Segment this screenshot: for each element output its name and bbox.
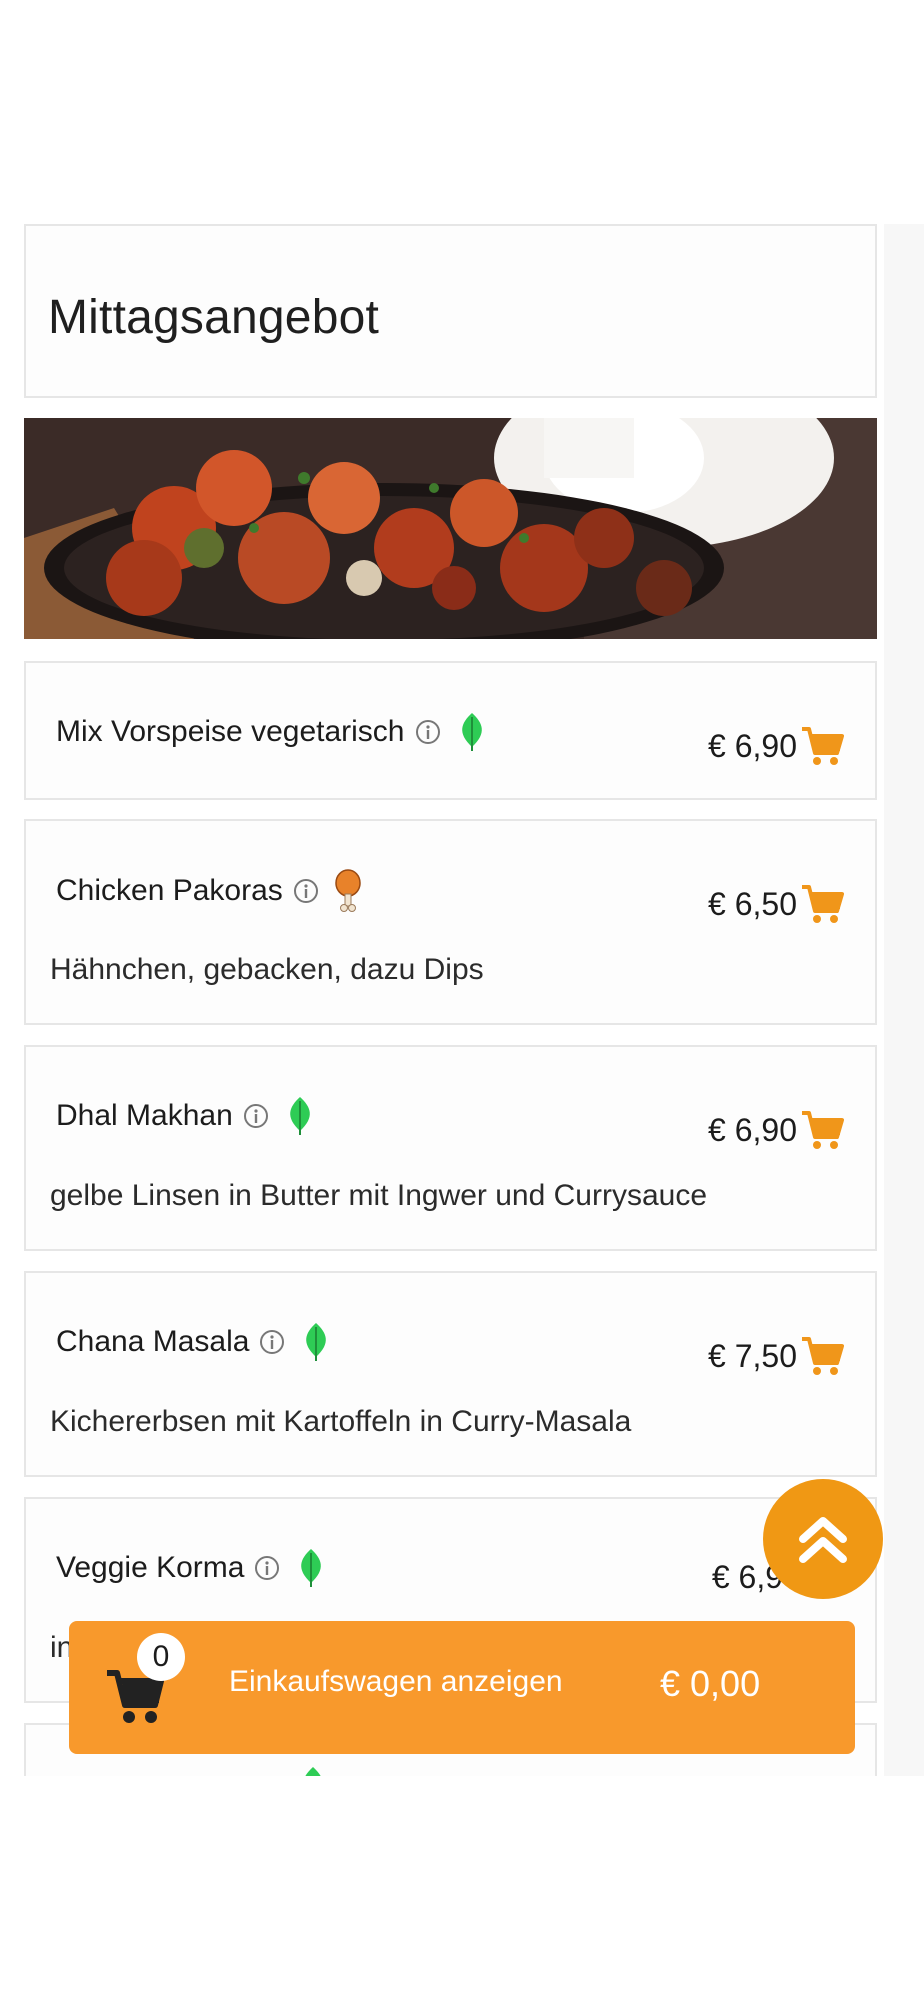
scroll-to-top-button[interactable] — [763, 1479, 883, 1599]
add-to-cart-icon[interactable] — [799, 723, 845, 769]
double-chevron-up-icon — [799, 1517, 847, 1563]
item-name: Mix Vorspeise vegetarisch — [56, 715, 405, 748]
section-title: Mittagsangebot — [48, 291, 380, 344]
info-icon[interactable] — [259, 1329, 285, 1355]
view-cart-button[interactable]: 0 Einkaufswagen anzeigen € 0,00 — [69, 1621, 855, 1754]
item-price: € 7,50 — [708, 1337, 797, 1374]
add-to-cart-icon[interactable] — [799, 1107, 845, 1153]
cart-label: Einkaufswagen anzeigen — [229, 1665, 563, 1698]
add-to-cart-icon[interactable] — [799, 881, 845, 927]
item-description: Hähnchen, gebacken, dazu Dips — [50, 953, 484, 986]
cart-total: € 0,00 — [660, 1663, 761, 1704]
section-banner-image — [24, 418, 877, 639]
item-description: gelbe Linsen in Butter mit Ingwer und Cu… — [50, 1179, 708, 1212]
menu-item[interactable]: Chana Masala € 7,50 Kichererbsen mit Kar… — [24, 1271, 877, 1477]
food-photo — [24, 418, 877, 639]
info-icon[interactable] — [243, 1103, 269, 1129]
info-icon[interactable] — [415, 719, 441, 745]
item-name: Dhal Makhan — [56, 1099, 233, 1132]
section-header-card: Mittagsangebot — [24, 224, 877, 398]
info-icon[interactable] — [293, 878, 319, 904]
leaf-icon — [289, 1097, 310, 1135]
item-name: Chicken Pakoras — [56, 874, 283, 907]
chicken-leg-icon — [335, 869, 361, 912]
menu-item[interactable]: Chicken Pakoras € 6,50 Hähnchen, gebacke… — [24, 819, 877, 1025]
item-description: Kichererbsen mit Kartoffeln in Curry-Mas… — [50, 1405, 632, 1438]
item-price: € 6,90 — [708, 1111, 797, 1148]
leaf-icon — [301, 1549, 322, 1587]
item-price: € 6,50 — [708, 885, 797, 922]
menu-item[interactable]: Mix Vorspeise vegetarisch € 6,90 — [24, 661, 877, 800]
cart-count-badge: 0 — [137, 1633, 185, 1681]
leaf-icon — [305, 1767, 321, 1776]
menu-viewport: Mittagsangebot Mix Vorspeise vegetarisch… — [0, 0, 924, 1776]
leaf-icon — [461, 713, 482, 751]
item-name: Chana Masala — [56, 1325, 250, 1358]
leaf-icon — [306, 1323, 327, 1361]
info-icon[interactable] — [254, 1555, 280, 1581]
item-name: Veggie Korma — [56, 1551, 245, 1584]
menu-item[interactable]: Dhal Makhan € 6,90 gelbe Linsen in Butte… — [24, 1045, 877, 1251]
item-price: € 6,90 — [708, 727, 797, 764]
add-to-cart-icon[interactable] — [799, 1333, 845, 1379]
page-edge-strip — [884, 224, 924, 1776]
